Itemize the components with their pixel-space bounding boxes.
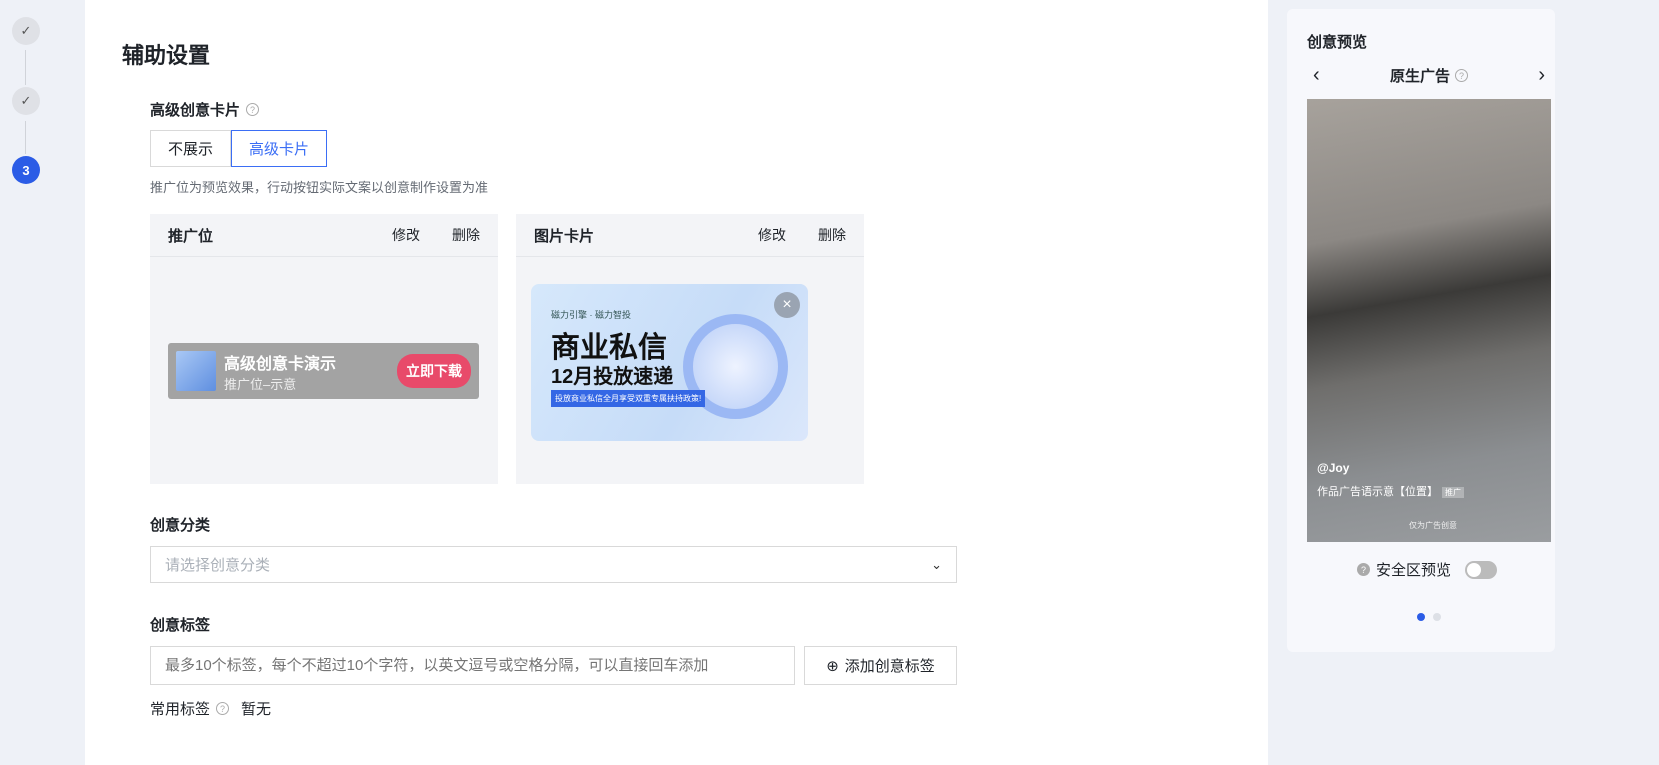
preview-username: @Joy — [1317, 461, 1350, 475]
caption-text: 作品广告语示意【位置】 — [1317, 486, 1438, 498]
help-icon[interactable]: ? — [246, 103, 260, 116]
safe-zone-row: ? 安全区预览 — [1357, 559, 1498, 580]
preview-video: @Joy 作品广告语示意【位置】 推广 仅为广告创意 — [1307, 99, 1551, 542]
advanced-card-label: 高级创意卡片? — [150, 99, 260, 120]
carousel-dot[interactable] — [1433, 613, 1441, 621]
chevron-down-icon: ⌄ — [931, 556, 942, 572]
card-title: 图片卡片 — [534, 227, 595, 245]
preview-title: 创意预览 — [1307, 34, 1368, 51]
category-label: 创意分类 — [150, 517, 211, 534]
carousel-dot-active[interactable] — [1417, 613, 1425, 621]
safe-zone-label: 安全区预览 — [1376, 562, 1452, 579]
common-tags-value: 暂无 — [241, 701, 272, 718]
step-connector — [25, 50, 26, 85]
step-1-done[interactable]: ✓ — [12, 17, 40, 45]
preview-note: 仅为广告创意 — [1409, 521, 1457, 530]
card-title: 推广位 — [168, 227, 214, 245]
promo-slot-card: 推广位 修改 删除 高级创意卡演示 推广位–示意 立即下载 — [150, 214, 498, 484]
step-connector — [25, 121, 26, 154]
preview-type: 原生广告 — [1389, 68, 1450, 85]
image-card-banner: 磁力引擎 · 磁力智投 商业私信 12月投放速递 投放商业私信全月享受双重专属扶… — [531, 284, 808, 441]
preview-caption: 作品广告语示意【位置】 推广 — [1317, 483, 1464, 499]
plus-circle-icon: ⊕ — [826, 657, 839, 675]
promo-title: 高级创意卡演示 — [224, 355, 337, 373]
common-tags-label: 常用标签 — [150, 701, 211, 718]
promo-subtitle: 推广位–示意 — [224, 376, 297, 392]
category-placeholder: 请选择创意分类 — [165, 557, 271, 574]
chevron-right-icon[interactable]: › — [1532, 64, 1551, 87]
stepper: ✓ ✓ 3 — [0, 0, 85, 765]
banner-brand: 磁力引擎 · 磁力智投 — [551, 310, 631, 320]
advanced-card-toggle: 不展示 高级卡片 — [150, 130, 328, 167]
category-select[interactable]: 请选择创意分类 ⌄ — [150, 546, 957, 583]
delete-link[interactable]: 删除 — [818, 225, 846, 245]
preview-type-nav: ‹ 原生广告? › — [1307, 64, 1551, 87]
help-icon[interactable]: ? — [1357, 563, 1370, 576]
edit-link[interactable]: 修改 — [392, 225, 420, 245]
carousel-dots — [1417, 613, 1441, 621]
download-button: 立即下载 — [397, 354, 471, 388]
step-number: 3 — [22, 162, 30, 178]
promo-thumbnail — [176, 351, 216, 391]
tags-label: 创意标签 — [150, 617, 211, 634]
check-icon: ✓ — [20, 23, 32, 38]
option-hide[interactable]: 不展示 — [150, 130, 232, 167]
promo-tag: 推广 — [1442, 487, 1464, 498]
safe-zone-toggle[interactable] — [1465, 560, 1498, 579]
add-tag-label: 添加创意标签 — [844, 658, 935, 675]
banner-subheadline: 12月投放速递 — [551, 366, 674, 388]
page-title: 辅助设置 — [122, 43, 211, 68]
check-icon: ✓ — [20, 93, 32, 108]
option-advanced-card[interactable]: 高级卡片 — [231, 130, 328, 167]
delete-link[interactable]: 删除 — [452, 225, 480, 245]
common-tags: 常用标签? 暂无 — [150, 698, 271, 719]
chevron-left-icon[interactable]: ‹ — [1307, 64, 1326, 87]
banner-strip: 投放商业私信全月享受双重专属扶持政策! — [551, 390, 706, 407]
step-2-done[interactable]: ✓ — [12, 87, 40, 115]
label-text: 高级创意卡片 — [150, 102, 241, 119]
step-3-active[interactable]: 3 — [12, 156, 40, 184]
main-panel: 辅助设置 高级创意卡片? 不展示 高级卡片 推广位为预览效果，行动按钮实际文案以… — [85, 0, 1268, 765]
promo-preview: 高级创意卡演示 推广位–示意 立即下载 — [168, 343, 479, 399]
close-icon[interactable]: × — [774, 292, 800, 318]
creative-preview-panel: 创意预览 ‹ 原生广告? › @Joy 作品广告语示意【位置】 推广 仅为广告创意… — [1287, 9, 1555, 652]
tags-input[interactable] — [150, 646, 795, 685]
help-icon[interactable]: ? — [216, 702, 230, 715]
advanced-card-hint: 推广位为预览效果，行动按钮实际文案以创意制作设置为准 — [150, 180, 489, 195]
add-tag-button[interactable]: ⊕ 添加创意标签 — [804, 646, 957, 685]
help-icon[interactable]: ? — [1455, 69, 1468, 82]
image-card: 图片卡片 修改 删除 磁力引擎 · 磁力智投 商业私信 12月投放速递 投放商业私信… — [516, 214, 864, 484]
edit-link[interactable]: 修改 — [758, 225, 786, 245]
